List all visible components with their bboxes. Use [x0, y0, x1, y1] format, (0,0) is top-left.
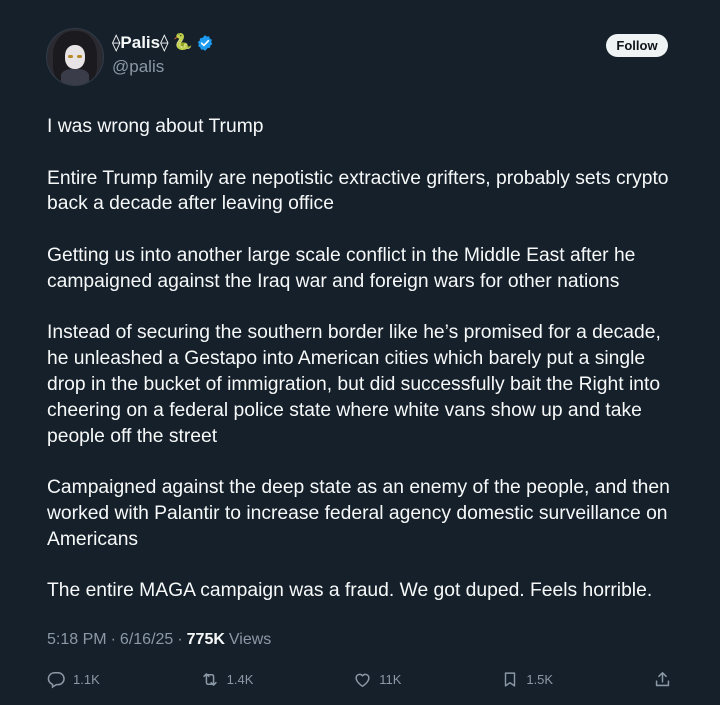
tweet-paragraph: Campaigned against the deep state as an …	[47, 477, 670, 550]
like-count: 11K	[379, 671, 402, 687]
share-button[interactable]	[653, 670, 672, 689]
tweet-paragraph: I was wrong about Trump	[47, 116, 264, 137]
repost-count: 1.4K	[226, 671, 254, 687]
tweet-date[interactable]: 6/16/25	[120, 631, 173, 649]
tweet-paragraph: Getting us into another large scale conf…	[47, 244, 636, 292]
tweet-paragraph: Entire Trump family are nepotistic extra…	[47, 167, 669, 215]
author-names: ⟠Palis⟠ 🐍 @palis	[112, 32, 214, 77]
share-icon	[653, 670, 672, 689]
tweet-paragraph: The entire MAGA campaign was a fraud. We…	[47, 580, 653, 602]
bookmark-icon	[501, 670, 519, 689]
repost-icon	[200, 670, 220, 689]
meta-separator: ·	[177, 631, 183, 648]
bookmark-count: 1.5K	[526, 671, 554, 687]
tweet-text: I was wrong about Trump Entire Trump fam…	[47, 114, 687, 630]
reply-count: 1.1K	[73, 671, 100, 687]
like-button[interactable]: 11K	[353, 670, 401, 689]
display-name[interactable]: ⟠Palis⟠	[112, 33, 169, 53]
views-count: 775K	[186, 631, 225, 648]
tweet-header: ⟠Palis⟠ 🐍 @palis Follow	[46, 28, 676, 88]
tweet-meta: 5:18 PM · 6/16/25 · 775K Views	[47, 631, 271, 649]
repost-button[interactable]: 1.4K	[200, 670, 254, 689]
follow-button[interactable]: Follow	[606, 34, 668, 57]
avatar[interactable]	[46, 28, 104, 86]
reply-button[interactable]: 1.1K	[47, 670, 100, 689]
views-label: Views	[228, 631, 272, 648]
snake-emoji: 🐍	[172, 34, 193, 51]
action-bar: 1.1K 1.4K 11K 1.5K	[47, 667, 672, 691]
bookmark-button[interactable]: 1.5K	[501, 670, 553, 689]
reply-icon	[47, 670, 66, 689]
meta-separator: ·	[110, 631, 116, 648]
handle[interactable]: @palis	[112, 57, 214, 77]
verified-badge-icon	[196, 34, 214, 52]
like-icon	[353, 670, 372, 689]
tweet-time[interactable]: 5:18 PM	[47, 631, 107, 649]
tweet-paragraph: Instead of securing the southern border …	[47, 322, 661, 447]
